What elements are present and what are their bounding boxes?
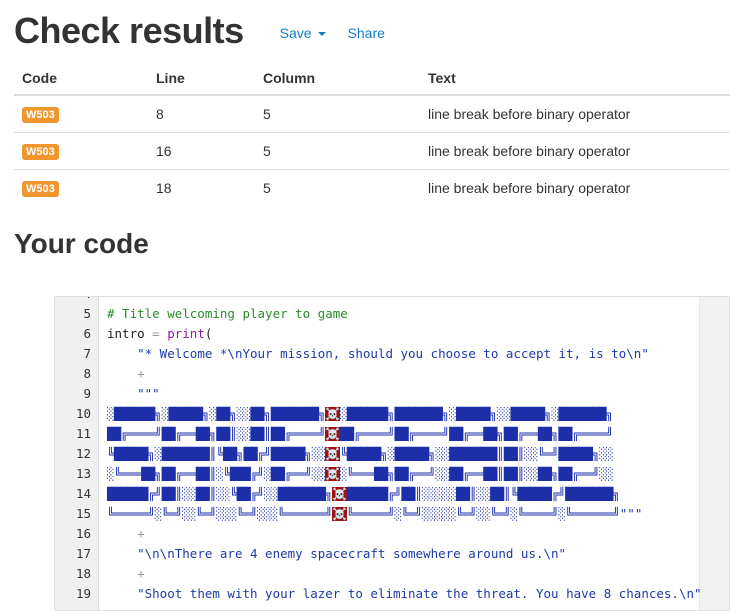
cell-text: line break before binary operator [420, 132, 730, 170]
results-table: Code Line Column Text W503 8 5 line brea… [14, 62, 730, 206]
code-text: ╚█████╗░███████║╚██╗██╔╝█████╗░░☠️╚█████… [107, 447, 613, 461]
error-code-badge: W503 [22, 143, 59, 160]
code-line: 10 ░██████╗░█████╗░██╗░░██╗███████╗☠️░███… [55, 404, 729, 424]
column-header-line: Line [148, 62, 255, 96]
results-header-row: Code Line Column Text [14, 62, 730, 96]
line-number: 5 [83, 306, 91, 321]
code-editor[interactable]: 4 5 # Title welcoming player to game 6 intro… [54, 296, 730, 611]
line-number: 15 [75, 506, 91, 521]
code-text: "\n\nThere are 4 enemy spacecraft somewh… [137, 546, 567, 561]
cell-column: 5 [255, 95, 420, 133]
share-link[interactable]: Share [348, 25, 385, 41]
code-line: 11 ██╔════╝██╔══██╗██║░░██║██╔════╝☠️██╔═… [55, 424, 729, 444]
code-lines: 4 5 # Title welcoming player to game 6 intro… [55, 297, 729, 604]
code-text: ██╔════╝██╔══██╗██║░░██║██╔════╝☠️██╔═══… [107, 427, 613, 441]
cell-column: 5 [263, 179, 271, 196]
cell-line: 18 [156, 179, 172, 196]
code-line: 7 "* Welcome *\nYour mission, should you… [55, 344, 729, 364]
cell-column: 5 [255, 132, 420, 170]
code-text: + [137, 566, 145, 581]
line-number: 7 [83, 346, 91, 361]
cell-code: W503 [14, 132, 148, 170]
line-number: 18 [75, 566, 91, 581]
your-code-title: Your code [14, 228, 149, 259]
line-number: 17 [75, 546, 91, 561]
line-number: 8 [83, 366, 91, 381]
code-line: 15 ╚═════╝░╚═╝░░╚═╝░░░╚═╝░░░╚══════╝☠️╚══… [55, 504, 729, 524]
cell-line: 8 [148, 95, 255, 133]
code-line: 5 # Title welcoming player to game [55, 304, 729, 324]
line-number: 13 [75, 466, 91, 481]
table-row: W503 16 5 line break before binary opera… [14, 132, 730, 170]
title-row: Check results Save Share [14, 8, 407, 54]
code-line: 13 ░╚═══██╗██╔══██║░╚███╔╝░██╔══╝░░☠️░╚══… [55, 464, 729, 484]
save-label: Save [279, 25, 312, 41]
table-row: W503 8 5 line break before binary operat… [14, 95, 730, 133]
code-text: "* Welcome *\nYour mission, should you c… [137, 346, 649, 361]
code-line: 8 + [55, 364, 729, 384]
line-number: 10 [75, 406, 91, 421]
error-code-badge: W503 [22, 180, 59, 197]
line-number: 14 [75, 486, 91, 501]
code-line: 14 ██████╔╝██║░░██║░░╚██╔╝░░███████╗☠️███… [55, 484, 729, 504]
code-text: ░██████╗░█████╗░██╗░░██╗███████╗☠️░█████… [107, 407, 613, 421]
line-number: 4 [55, 297, 99, 304]
code-line: 6 intro = print( [55, 324, 729, 344]
line-number: 6 [83, 326, 91, 341]
line-number: 16 [75, 526, 91, 541]
column-header-text: Text [420, 62, 730, 96]
cell-text: line break before binary operator [428, 179, 631, 196]
code-text: ░╚═══██╗██╔══██║░╚███╔╝░██╔══╝░░☠️░╚═══█… [107, 467, 613, 481]
header-actions: Save Share [280, 25, 407, 41]
column-header-code: Code [14, 62, 148, 96]
line-number: 19 [75, 586, 91, 601]
cell-code: W503 [14, 169, 148, 206]
line-number: 11 [75, 426, 91, 441]
code-line: 19 "Shoot them with your lazer to elimin… [55, 584, 729, 604]
code-line: 16 + [55, 524, 729, 544]
line-number: 12 [75, 446, 91, 461]
code-text: + [137, 526, 145, 541]
page-title: Check results [14, 10, 244, 51]
save-dropdown-button[interactable]: Save [280, 25, 326, 41]
cell-text: line break before binary operator [420, 95, 730, 133]
code-line: 4 [55, 297, 729, 304]
code-text: ██████╔╝██║░░██║░░╚██╔╝░░███████╗☠️█████… [107, 487, 620, 501]
code-text: """ [137, 386, 160, 401]
cell-code: W503 [14, 95, 148, 133]
table-row: W503 18 5 line break before binary opera… [14, 169, 730, 206]
code-text: intro = print( [107, 326, 213, 341]
code-text: ╚═════╝░╚═╝░░╚═╝░░░╚═╝░░░╚══════╝☠️╚════… [107, 506, 643, 521]
code-line: 12 ╚█████╗░███████║╚██╗██╔╝█████╗░░☠️╚███… [55, 444, 729, 464]
code-line: 17 "\n\nThere are 4 enemy spacecraft som… [55, 544, 729, 564]
code-line: 9 """ [55, 384, 729, 404]
cell-line: 16 [148, 132, 255, 170]
code-text: "Shoot them with your lazer to eliminate… [137, 586, 702, 601]
code-line: 18 + [55, 564, 729, 584]
line-number: 9 [83, 386, 91, 401]
column-header-column: Column [255, 62, 420, 96]
code-text: # Title welcoming player to game [107, 306, 348, 321]
error-code-badge: W503 [22, 106, 59, 123]
code-text: + [137, 366, 145, 381]
caret-down-icon [317, 31, 326, 36]
